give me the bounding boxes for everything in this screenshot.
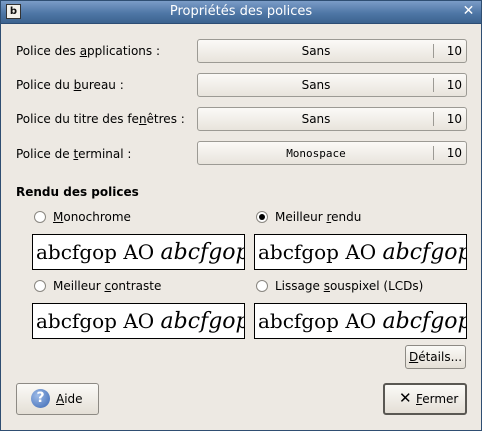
rendering-section-title: Rendu des polices: [16, 185, 139, 199]
best-contrast-preview[interactable]: abcfgop AO abcfgop: [32, 303, 245, 339]
best-shapes-label-pre: Meilleur: [275, 210, 327, 224]
terminal-font-button[interactable]: Monospace 10: [197, 141, 467, 165]
subpixel-label[interactable]: Lissage souspixel (LCDs): [275, 279, 423, 293]
preview-regular-text: abcfgop AO: [258, 240, 383, 264]
help-button[interactable]: ? Aide: [16, 383, 99, 415]
preview-italic-text: abcfgop: [160, 240, 245, 265]
window-title: Propriétés des polices: [169, 4, 313, 19]
monochrome-radio[interactable]: [34, 211, 46, 223]
desktop-label-post: ureau :: [81, 78, 124, 92]
applications-font-size: 10: [446, 44, 462, 58]
terminal-label-pre: Police de: [16, 147, 74, 161]
best-contrast-radio[interactable]: [34, 280, 46, 292]
separator: [433, 78, 434, 92]
close-label-post: ermer: [422, 392, 459, 406]
help-label-mnemonic: A: [56, 392, 65, 406]
separator: [433, 44, 434, 58]
monochrome-label-post: onochrome: [63, 210, 131, 224]
separator: [433, 112, 434, 126]
best-contrast-label[interactable]: Meilleur contraste: [53, 279, 161, 293]
window-title-label-post: êtres :: [146, 112, 185, 126]
applications-label-pre: Police des: [16, 44, 80, 58]
best-contrast-label-post: ontraste: [111, 279, 162, 293]
desktop-font-label: Police du bureau :: [16, 78, 124, 92]
monochrome-label[interactable]: Monochrome: [53, 210, 131, 224]
window-title-font-size: 10: [446, 112, 462, 126]
monochrome-preview[interactable]: abcfgop AO abcfgop: [32, 234, 245, 270]
desktop-font-name: Sans: [301, 78, 331, 92]
close-icon[interactable]: ✕: [461, 4, 476, 19]
terminal-label-post: erminal :: [78, 147, 132, 161]
desktop-font-size: 10: [446, 78, 462, 92]
details-label-mnemonic: D: [408, 350, 419, 364]
preview-italic-text: abcfgop: [382, 240, 467, 265]
applications-font-name: Sans: [301, 44, 331, 58]
font-properties-window: b Propriétés des polices ✕ Police des ap…: [0, 0, 482, 431]
monochrome-label-mnemonic: M: [53, 210, 64, 224]
applications-font-button[interactable]: Sans 10: [197, 39, 467, 63]
desktop-font-button[interactable]: Sans 10: [197, 73, 467, 97]
subpixel-label-post: ouspixel (LCDs): [329, 279, 424, 293]
help-label-post: ide: [64, 392, 83, 406]
best-shapes-label-post: endu: [331, 210, 362, 224]
terminal-font-name: Monospace: [286, 147, 346, 160]
terminal-font-size: 10: [446, 146, 462, 160]
help-label: Aide: [56, 392, 83, 406]
details-button[interactable]: Détails...: [405, 345, 466, 369]
desktop-label-pre: Police du: [16, 78, 74, 92]
window-title-label-mnemonic: n: [138, 112, 147, 126]
close-button[interactable]: ✕ Fermer: [383, 383, 467, 415]
preview-regular-text: abcfgop AO: [36, 240, 161, 264]
terminal-font-label: Police de terminal :: [16, 147, 131, 161]
subpixel-preview[interactable]: abcfgop AO abcfgop: [254, 303, 467, 339]
window-title-label-pre: Police du titre des fe: [16, 112, 139, 126]
subpixel-label-pre: Lissage: [275, 279, 324, 293]
window-title-font-label: Police du titre des fenêtres :: [16, 112, 185, 126]
subpixel-radio[interactable]: [256, 280, 268, 292]
title-bar[interactable]: b Propriétés des polices ✕: [1, 1, 481, 24]
preview-regular-text: abcfgop AO: [258, 309, 383, 333]
close-x-icon: ✕: [399, 389, 412, 407]
applications-label-mnemonic: a: [79, 44, 88, 58]
window-title-font-button[interactable]: Sans 10: [197, 107, 467, 131]
best-shapes-radio[interactable]: [256, 211, 268, 223]
details-label-post: étails...: [418, 350, 463, 364]
preview-regular-text: abcfgop AO: [36, 309, 161, 333]
applications-font-label: Police des applications :: [16, 44, 160, 58]
best-shapes-label[interactable]: Meilleur rendu: [275, 210, 361, 224]
applications-label-post: pplications :: [87, 44, 160, 58]
preview-italic-text: abcfgop: [160, 309, 245, 334]
close-label: Fermer: [416, 392, 458, 406]
separator: [433, 146, 434, 160]
help-icon: ?: [31, 389, 50, 408]
best-shapes-preview[interactable]: abcfgop AO abcfgop: [254, 234, 467, 270]
best-contrast-label-pre: Meilleur: [53, 279, 105, 293]
window-title-font-name: Sans: [301, 112, 331, 126]
preview-italic-text: abcfgop: [382, 309, 467, 334]
